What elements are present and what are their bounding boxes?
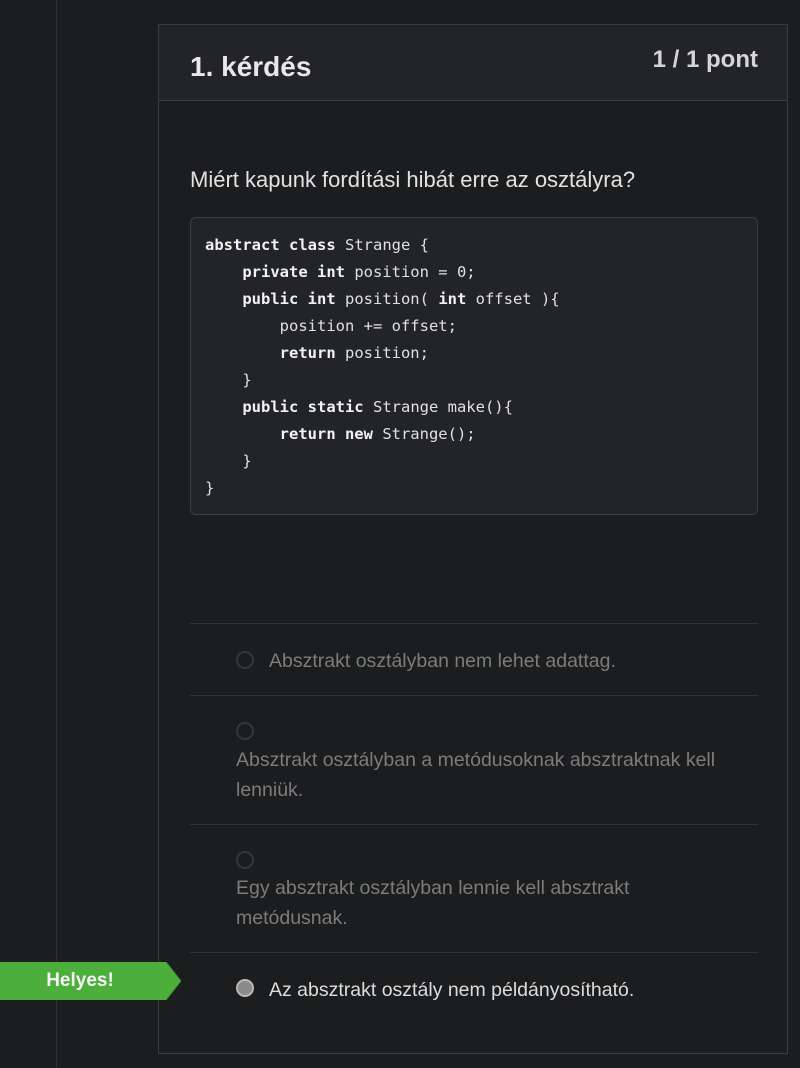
question-header: 1. kérdés 1 / 1 pont	[159, 25, 787, 101]
code-keyword: public int	[242, 290, 336, 308]
answer-label: Az absztrakt osztály nem példányosítható…	[269, 979, 635, 1001]
answer-label: Egy absztrakt osztályban lennie kell abs…	[236, 877, 630, 929]
code-text: }	[205, 371, 252, 389]
code-line: position += offset;	[205, 313, 757, 340]
code-line: return new Strange();	[205, 421, 757, 448]
question-title: 1. kérdés	[190, 51, 312, 82]
left-sidebar-rail	[0, 0, 57, 1068]
answer-label: Absztrakt osztályban nem lehet adattag.	[269, 650, 616, 672]
code-keyword: return new	[279, 425, 373, 443]
answer-option-4[interactable]: Az absztrakt osztály nem példányosítható…	[190, 952, 758, 1032]
code-keyword: private int	[242, 263, 345, 281]
code-text: Strange {	[335, 236, 429, 254]
code-line: }	[205, 448, 757, 475]
code-text: offset ){	[466, 290, 560, 308]
code-line: private int position = 0;	[205, 259, 757, 286]
code-block: abstract class Strange { private int pos…	[190, 217, 758, 515]
code-text: }	[205, 479, 215, 497]
correct-answer-flag: Helyes!	[0, 962, 181, 1000]
radio-button-selected[interactable]	[236, 979, 254, 997]
code-line: }	[205, 475, 757, 502]
answer-option-2[interactable]: Absztrakt osztályban a metódusoknak absz…	[190, 695, 758, 824]
code-line: return position;	[205, 340, 757, 367]
code-text: position += offset;	[205, 317, 457, 335]
code-line: abstract class Strange {	[205, 232, 757, 259]
question-points: 1 / 1 pont	[652, 46, 758, 73]
question-text: Miért kapunk fordítási hibát erre az osz…	[190, 167, 636, 192]
radio-button[interactable]	[236, 851, 254, 869]
answer-option-1[interactable]: Absztrakt osztályban nem lehet adattag.	[190, 623, 758, 695]
code-keyword: return	[279, 344, 336, 362]
correct-flag-label: Helyes!	[46, 970, 114, 991]
answer-list: Absztrakt osztályban nem lehet adattag. …	[190, 623, 758, 1032]
top-text-fragment	[268, 0, 292, 3]
code-line: public int position( int offset ){	[205, 286, 757, 313]
answer-option-3[interactable]: Egy absztrakt osztályban lennie kell abs…	[190, 824, 758, 952]
code-text: position(	[335, 290, 439, 308]
radio-button[interactable]	[236, 651, 254, 669]
code-text: Strange();	[372, 425, 476, 443]
answer-label: Absztrakt osztályban a metódusoknak absz…	[236, 749, 716, 801]
code-text: position;	[335, 344, 429, 362]
code-keyword: abstract class	[205, 236, 336, 254]
code-line: public static Strange make(){	[205, 394, 757, 421]
code-text: }	[205, 452, 252, 470]
code-line: }	[205, 367, 757, 394]
code-text: position = 0;	[344, 263, 476, 281]
code-text: Strange make(){	[363, 398, 513, 416]
code-keyword: int	[438, 290, 467, 308]
code-keyword: public static	[242, 398, 364, 416]
radio-button[interactable]	[236, 722, 254, 740]
question-card: 1. kérdés 1 / 1 pont Miért kapunk fordít…	[158, 24, 788, 1054]
